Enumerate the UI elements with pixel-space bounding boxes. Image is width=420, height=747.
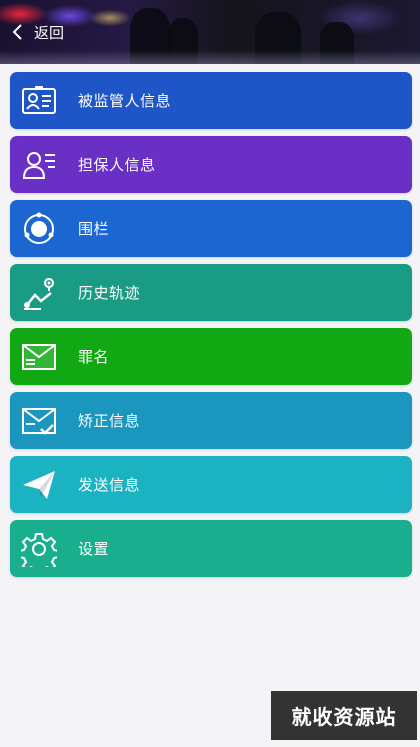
fence-circle-icon [20, 210, 58, 248]
menu-item-label: 历史轨迹 [78, 284, 141, 302]
menu-item-label: 围栏 [78, 220, 110, 238]
envelope-list-icon [20, 338, 58, 376]
person-list-icon [20, 146, 58, 184]
menu-item-label: 发送信息 [78, 476, 141, 494]
back-label: 返回 [34, 23, 65, 42]
menu-item-label: 矫正信息 [78, 412, 141, 430]
menu-item-label: 设置 [78, 540, 110, 558]
envelope-check-icon [20, 402, 58, 440]
menu-item-guarantor-info[interactable]: 担保人信息 [10, 136, 412, 193]
menu-item-charge[interactable]: 罪名 [10, 328, 412, 385]
menu-list: 被监管人信息 担保人信息 围栏 历史轨迹 罪名 矫正信息 发送信息 设置 [10, 72, 412, 584]
menu-item-correction-info[interactable]: 矫正信息 [10, 392, 412, 449]
menu-item-label: 担保人信息 [78, 156, 156, 174]
menu-item-send-message[interactable]: 发送信息 [10, 456, 412, 513]
menu-item-fence[interactable]: 围栏 [10, 200, 412, 257]
back-arrow-icon [12, 24, 22, 40]
menu-item-supervised-info[interactable]: 被监管人信息 [10, 72, 412, 129]
back-button[interactable]: 返回 [10, 20, 64, 44]
header-background-ground [0, 50, 420, 64]
menu-item-settings[interactable]: 设置 [10, 520, 412, 577]
header-bar: 返回 [0, 0, 420, 64]
menu-item-label: 被监管人信息 [78, 92, 172, 110]
route-icon [20, 274, 58, 312]
id-card-icon [20, 82, 58, 120]
gear-icon [20, 530, 58, 568]
menu-item-history-track[interactable]: 历史轨迹 [10, 264, 412, 321]
menu-item-label: 罪名 [78, 348, 110, 366]
watermark-badge: 就收资源站 [271, 691, 417, 740]
paper-plane-icon [20, 466, 58, 504]
